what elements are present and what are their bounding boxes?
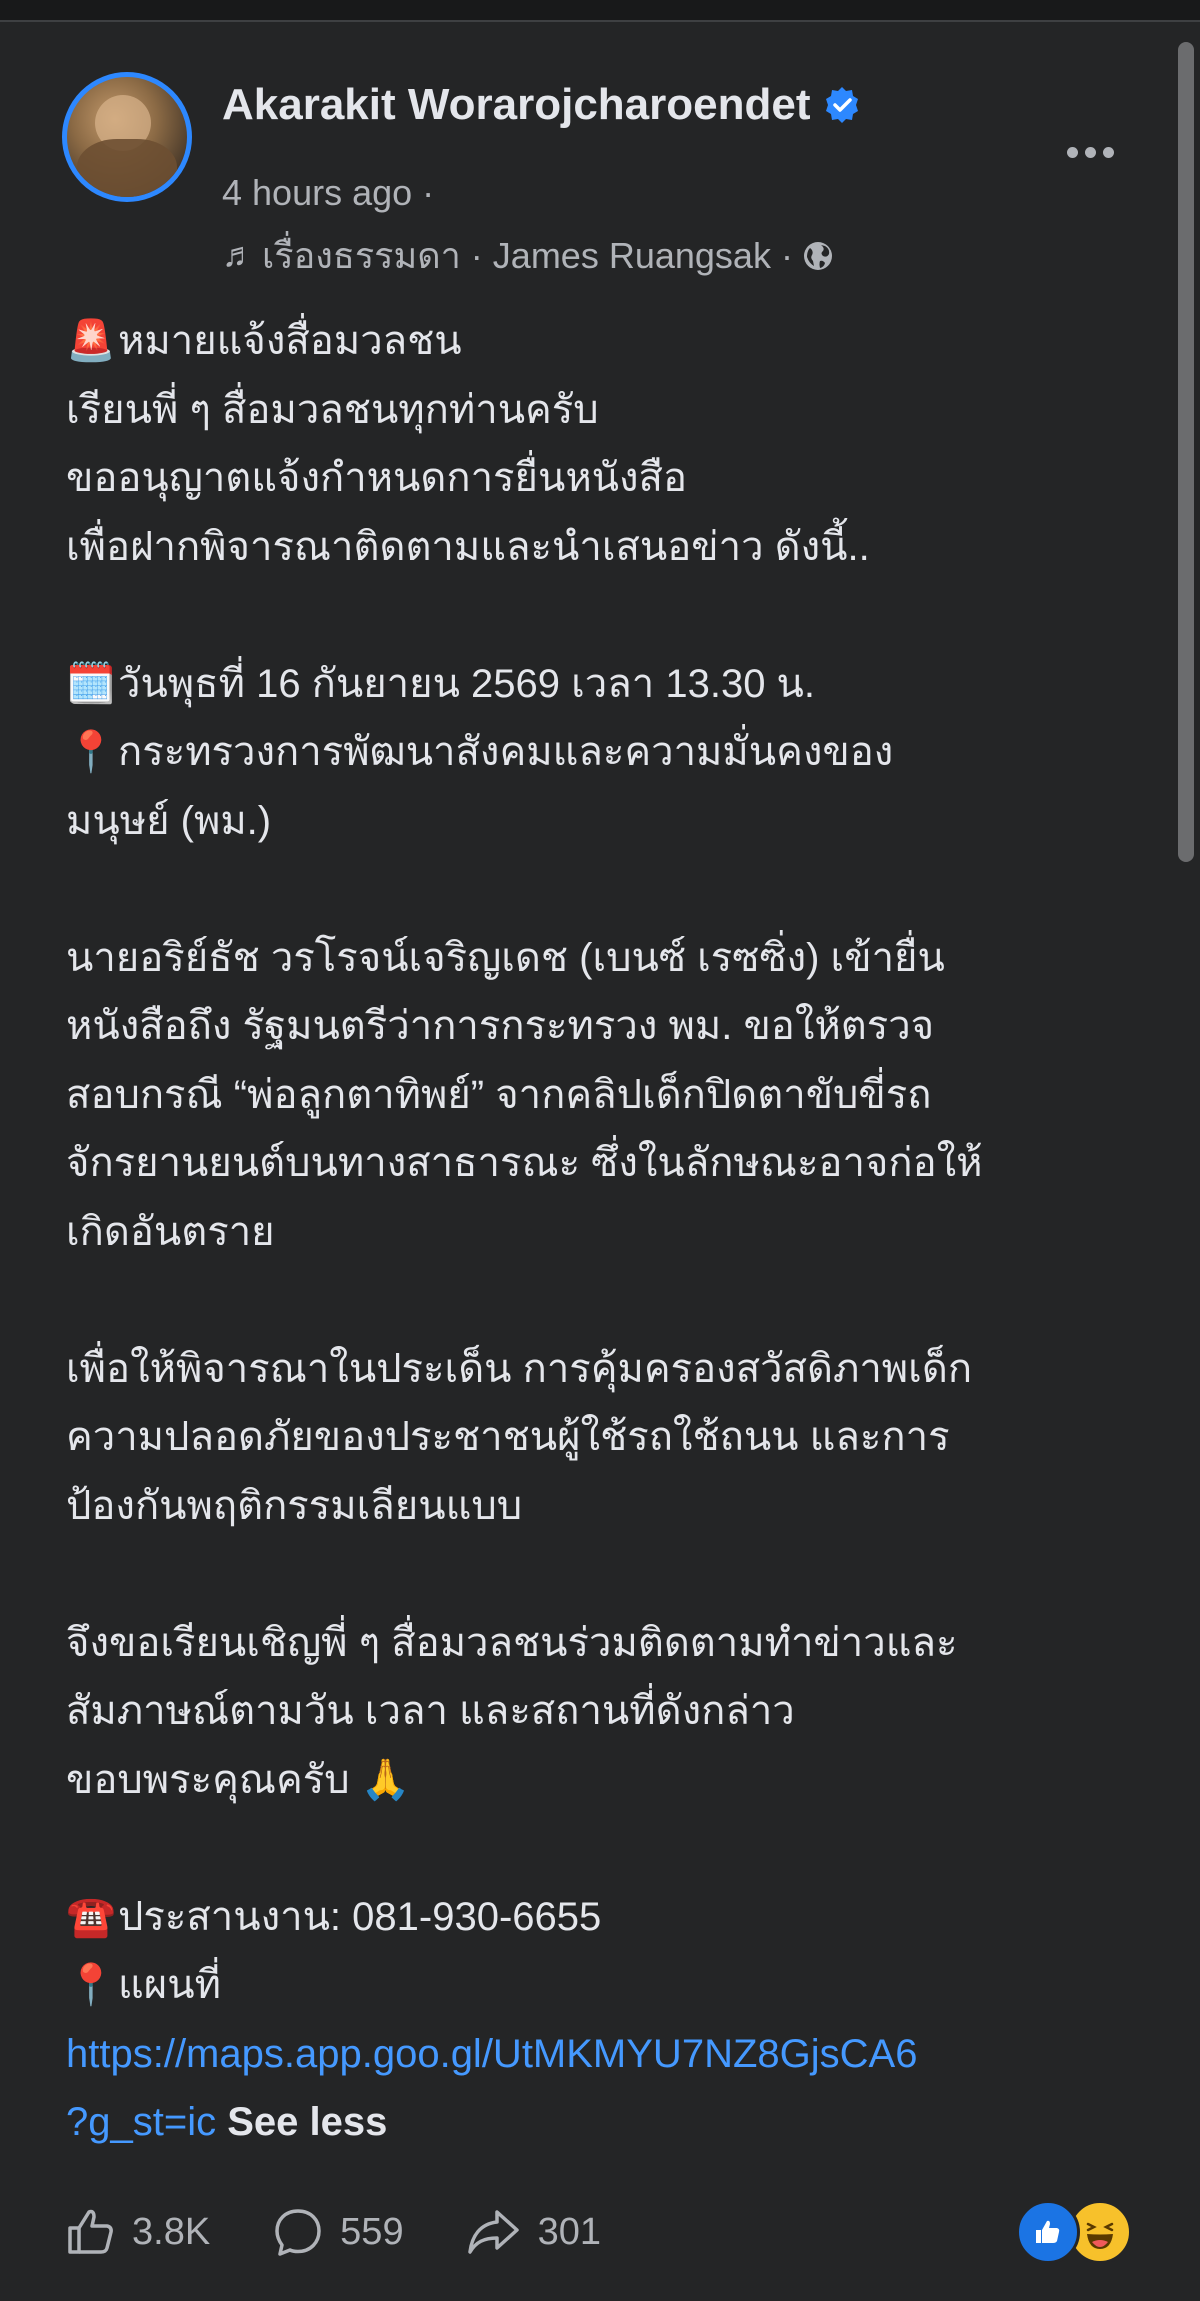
body-line: ขอบพระคุณครับ 🙏 xyxy=(66,1746,1156,1815)
post-body: 🚨หมายแจ้งสื่อมวลชนเรียนพี่ ๆ สื่อมวลชนทุ… xyxy=(66,307,1156,2157)
body-line-text: สอบกรณี “พ่อลูกตาทิพย์” จากคลิปเด็กปิดตา… xyxy=(66,1072,932,1117)
action-bar: 3.8K 559 301 xyxy=(62,2192,1162,2272)
body-line: ☎️ประสานงาน: 081-930-6655 xyxy=(66,1883,1156,1952)
verified-badge-icon xyxy=(822,85,862,125)
reaction-summary[interactable] xyxy=(1016,2200,1132,2264)
body-line: สอบกรณี “พ่อลูกตาทิพย์” จากคลิปเด็กปิดตา… xyxy=(66,1061,1156,1130)
body-line: ป้องกันพฤติกรรมเลียนแบบ xyxy=(66,1472,1156,1541)
post-card: Akarakit Worarojcharoendet 4 hours ago ·… xyxy=(0,22,1170,2301)
body-line: 📍แผนที่ xyxy=(66,1951,1156,2020)
body-emoji-icon: 🚨 xyxy=(66,319,116,363)
body-line: มนุษย์ (พม.) xyxy=(66,787,1156,856)
like-button[interactable]: 3.8K xyxy=(62,2204,210,2260)
scrollbar-thumb[interactable] xyxy=(1178,42,1194,862)
map-link-line: ?g_st=ic See less xyxy=(66,2088,1156,2157)
body-line: จึงขอเรียนเชิญพี่ ๆ สื่อมวลชนร่วมติดตามท… xyxy=(66,1609,1156,1678)
body-line-text: หมายแจ้งสื่อมวลชน xyxy=(118,319,462,363)
body-line-text: เรียนพี่ ๆ สื่อมวลชนทุกท่านครับ xyxy=(66,387,599,432)
body-line: จักรยานยนต์บนทางสาธารณะ ซึ่งในลักษณะอาจก… xyxy=(66,1129,1156,1198)
comment-bubble-icon xyxy=(275,2209,321,2256)
author-name[interactable]: Akarakit Worarojcharoendet xyxy=(222,80,810,130)
body-emoji-icon: 🗓️ xyxy=(66,661,116,706)
body-line-text: ป้องกันพฤติกรรมเลียนแบบ xyxy=(66,1483,523,1528)
body-line-text: สัมภาษณ์ตามวัน เวลา และสถานที่ดังกล่าว xyxy=(66,1689,795,1733)
share-button[interactable]: 301 xyxy=(464,2204,601,2260)
body-line-text: เกิดอันตราย xyxy=(66,1209,275,1254)
body-line: นายอริย์ธัช วรโรจน์เจริญเดช (เบนซ์ เรซซิ… xyxy=(66,924,1156,993)
body-line-text: กระทรวงการพัฒนาสังคมและความมั่นคงของ xyxy=(118,730,894,774)
body-line-text: เพื่อให้พิจารณาในประเด็น การคุ้มครองสวัส… xyxy=(66,1346,973,1391)
body-line: เพื่อให้พิจารณาในประเด็น การคุ้มครองสวัส… xyxy=(66,1335,1156,1404)
body-line-text: จึงขอเรียนเชิญพี่ ๆ สื่อมวลชนร่วมติดตามท… xyxy=(66,1620,958,1665)
more-options-icon[interactable] xyxy=(1050,132,1130,172)
body-line: ขออนุญาตแจ้งกำหนดการยื่นหนังสือ xyxy=(66,444,1156,513)
body-line-text: แผนที่ xyxy=(118,1963,221,2007)
map-link-line: https://maps.app.goo.gl/UtMKMYU7NZ8GjsCA… xyxy=(66,2020,1156,2089)
body-line-text: ความปลอดภัยของประชาชนผู้ใช้รถใช้ถนน และก… xyxy=(66,1415,950,1459)
body-line: เกิดอันตราย xyxy=(66,1198,1156,1267)
body-line-text: ขออนุญาตแจ้งกำหนดการยื่นหนังสือ xyxy=(66,456,687,500)
share-arrow-icon xyxy=(467,2210,519,2254)
author-row: Akarakit Worarojcharoendet xyxy=(222,80,862,130)
map-link-continued[interactable]: ?g_st=ic xyxy=(66,2100,216,2144)
body-line: เรียนพี่ ๆ สื่อมวลชนทุกท่านครับ xyxy=(66,376,1156,445)
globe-icon xyxy=(801,239,835,273)
post-timestamp[interactable]: 4 hours ago · xyxy=(222,172,434,214)
body-emoji-icon: 📍 xyxy=(66,1963,116,2007)
thumbs-up-icon xyxy=(68,2209,113,2254)
body-line: สัมภาษณ์ตามวัน เวลา และสถานที่ดังกล่าว xyxy=(66,1677,1156,1746)
body-line-text: จักรยานยนต์บนทางสาธารณะ ซึ่งในลักษณะอาจก… xyxy=(66,1141,983,1185)
body-line: 🚨หมายแจ้งสื่อมวลชน xyxy=(66,307,1156,376)
body-line-text: ประสานงาน: 081-930-6655 xyxy=(118,1894,602,1939)
map-link[interactable]: https://maps.app.goo.gl/UtMKMYU7NZ8GjsCA… xyxy=(66,2032,917,2076)
body-line-text: ขอบพระคุณครับ 🙏 xyxy=(66,1757,411,1802)
window-top-edge xyxy=(0,0,1200,22)
body-line: 🗓️วันพุธที่ 16 กันยายน 2569 เวลา 13.30 น… xyxy=(66,650,1156,719)
body-line-text: วันพุธที่ 16 กันยายน 2569 เวลา 13.30 น. xyxy=(118,661,816,706)
body-line: หนังสือถึง รัฐมนตรีว่าการกระทรวง พม. ขอใ… xyxy=(66,992,1156,1061)
avatar-figure xyxy=(77,139,177,197)
share-count: 301 xyxy=(537,2210,601,2253)
body-emoji-icon: ☎️ xyxy=(66,1894,116,1939)
scrollbar[interactable] xyxy=(1174,22,1200,2301)
body-line-text: เพื่อฝากพิจารณาติดตามและนำเสนอข่าว ดังนี… xyxy=(66,524,870,569)
body-line-text: มนุษย์ (พม.) xyxy=(66,798,272,843)
body-emoji-icon: 📍 xyxy=(66,730,116,774)
music-note-icon: ♬ xyxy=(222,236,256,274)
music-row[interactable]: ♬ เรื่องธรรมดา · James Ruangsak · xyxy=(222,227,835,284)
body-line-text: หนังสือถึง รัฐมนตรีว่าการกระทรวง พม. ขอใ… xyxy=(66,1004,935,1048)
author-avatar[interactable] xyxy=(62,72,192,202)
see-less-button[interactable]: See less xyxy=(227,2100,387,2144)
body-line: 📍กระทรวงการพัฒนาสังคมและความมั่นคงของ xyxy=(66,718,1156,787)
music-label: เรื่องธรรมดา · James Ruangsak · xyxy=(262,235,793,276)
body-line: ความปลอดภัยของประชาชนผู้ใช้รถใช้ถนน และก… xyxy=(66,1403,1156,1472)
like-reaction-icon xyxy=(1016,2200,1080,2264)
comment-count: 559 xyxy=(340,2210,404,2253)
body-line: เพื่อฝากพิจารณาติดตามและนำเสนอข่าว ดังนี… xyxy=(66,513,1156,582)
like-count: 3.8K xyxy=(132,2210,211,2253)
comment-button[interactable]: 559 xyxy=(270,2204,404,2260)
body-line-text: นายอริย์ธัช วรโรจน์เจริญเดช (เบนซ์ เรซซิ… xyxy=(66,935,945,980)
